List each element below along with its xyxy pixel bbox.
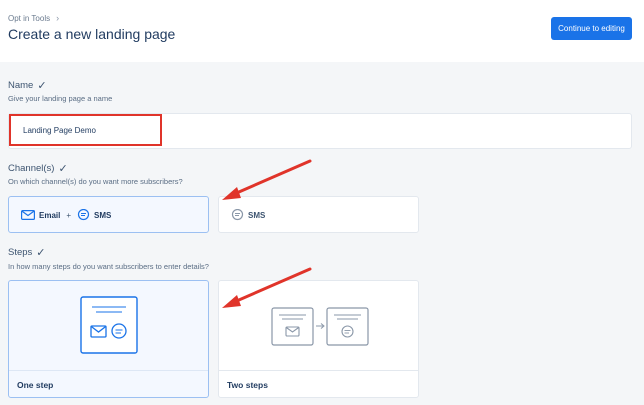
name-label: Name bbox=[8, 80, 34, 91]
channels-section-description: On which channel(s) do you want more sub… bbox=[8, 177, 183, 186]
channels-label: Channel(s) bbox=[8, 163, 55, 174]
steps-label: Steps bbox=[8, 247, 33, 258]
chat-bubble-icon bbox=[77, 209, 90, 221]
continue-to-editing-button[interactable]: Continue to editing bbox=[551, 17, 632, 40]
channel-option-email-sms[interactable]: Email + SMS bbox=[8, 196, 209, 233]
step-option-one-step[interactable]: One step bbox=[8, 280, 209, 398]
page-title: Create a new landing page bbox=[8, 26, 176, 42]
check-icon: ✓ bbox=[36, 247, 46, 259]
step-option-label: Two steps bbox=[227, 380, 268, 390]
steps-section-label: Steps ✓ bbox=[8, 246, 46, 259]
breadcrumb-link[interactable]: Opt in Tools bbox=[8, 14, 50, 23]
one-step-illustration-icon bbox=[80, 296, 138, 354]
annotation-arrow-icon bbox=[222, 159, 312, 200]
landing-page-name-input[interactable]: Landing Page Demo bbox=[9, 114, 162, 146]
channels-section-label: Channel(s) ✓ bbox=[8, 162, 68, 175]
step-option-label: One step bbox=[17, 380, 54, 390]
steps-section-description: In how many steps do you want subscriber… bbox=[8, 262, 209, 271]
channel-option-content: Email + SMS bbox=[21, 209, 111, 221]
check-icon: ✓ bbox=[58, 163, 68, 175]
check-icon: ✓ bbox=[37, 80, 47, 92]
chevron-right-icon: › bbox=[56, 13, 60, 23]
annotation-arrow-icon bbox=[222, 267, 312, 308]
page-header: Opt in Tools › Create a new landing page… bbox=[0, 0, 644, 62]
step-card-divider bbox=[9, 370, 208, 371]
channel-sms-label: SMS bbox=[94, 210, 112, 220]
step-card-divider bbox=[219, 370, 418, 371]
channel-option-content: SMS bbox=[231, 209, 265, 221]
channel-sms-label: SMS bbox=[248, 210, 266, 220]
channel-email-label: Email bbox=[39, 210, 61, 220]
envelope-icon bbox=[21, 210, 35, 220]
channel-plus: + bbox=[66, 210, 72, 220]
breadcrumb[interactable]: Opt in Tools › bbox=[8, 13, 59, 23]
name-section-description: Give your landing page a name bbox=[8, 94, 113, 103]
two-steps-illustration-icon bbox=[271, 307, 369, 346]
chat-bubble-icon bbox=[231, 209, 244, 221]
name-section-label: Name ✓ bbox=[8, 79, 47, 92]
